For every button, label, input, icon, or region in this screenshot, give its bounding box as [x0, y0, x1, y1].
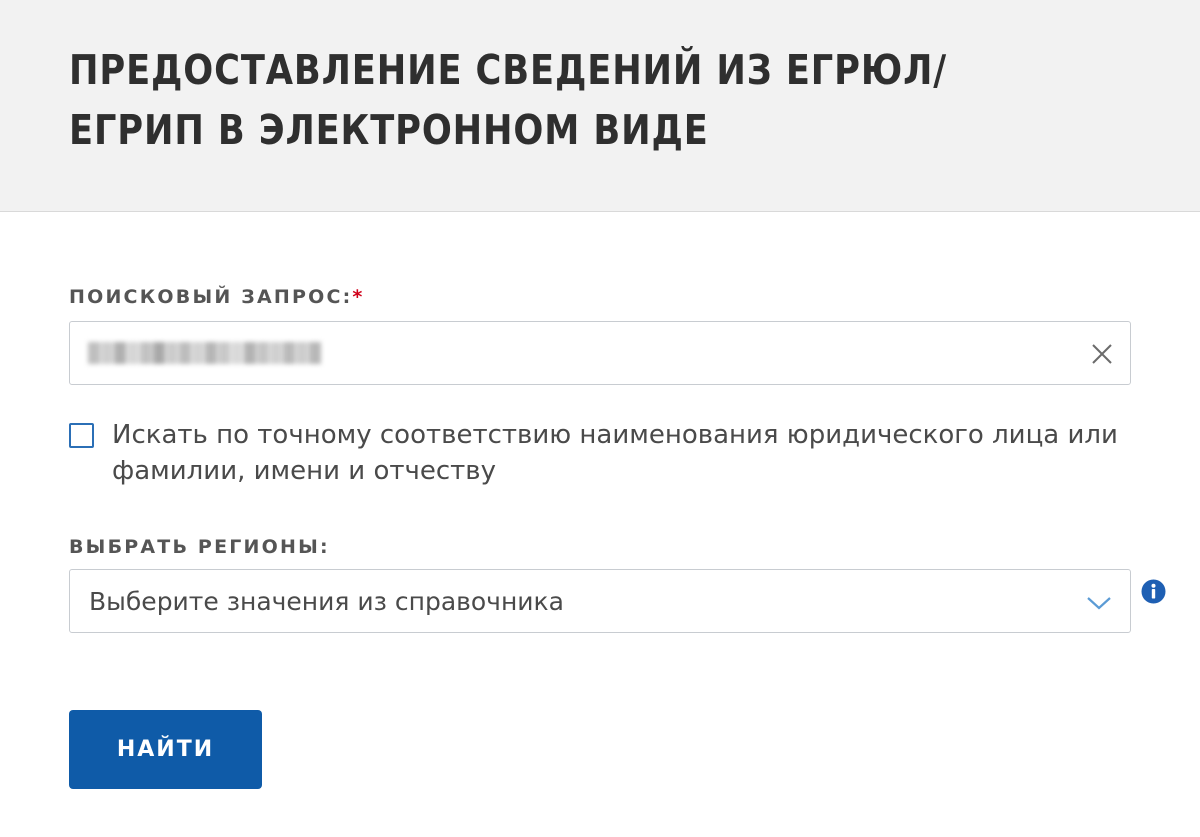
page-title: ПРЕДОСТАВЛЕНИЕ СВЕДЕНИЙ ИЗ ЕГРЮЛ/ЕГРИП В…	[69, 46, 947, 154]
search-input-value-blurred	[88, 342, 322, 366]
chevron-down-icon[interactable]	[1086, 592, 1112, 612]
search-button[interactable]: НАЙТИ	[69, 710, 262, 789]
search-label: ПОИСКОВЫЙ ЗАПРОС:*	[69, 286, 365, 308]
search-input[interactable]	[69, 321, 1131, 385]
exact-match-label[interactable]: Искать по точному соответствию наименова…	[112, 417, 1132, 489]
info-icon[interactable]	[1141, 579, 1166, 604]
required-asterisk: *	[352, 286, 365, 308]
regions-placeholder: Выберите значения из справочника	[89, 587, 564, 616]
page-header: ПРЕДОСТАВЛЕНИЕ СВЕДЕНИЙ ИЗ ЕГРЮЛ/ЕГРИП В…	[0, 0, 1200, 212]
exact-match-checkbox[interactable]	[69, 423, 94, 448]
search-label-text: ПОИСКОВЫЙ ЗАПРОС:	[69, 286, 353, 308]
regions-select[interactable]: Выберите значения из справочника	[69, 569, 1131, 633]
close-icon[interactable]	[1090, 342, 1114, 366]
regions-label: ВЫБРАТЬ РЕГИОНЫ:	[69, 536, 330, 558]
